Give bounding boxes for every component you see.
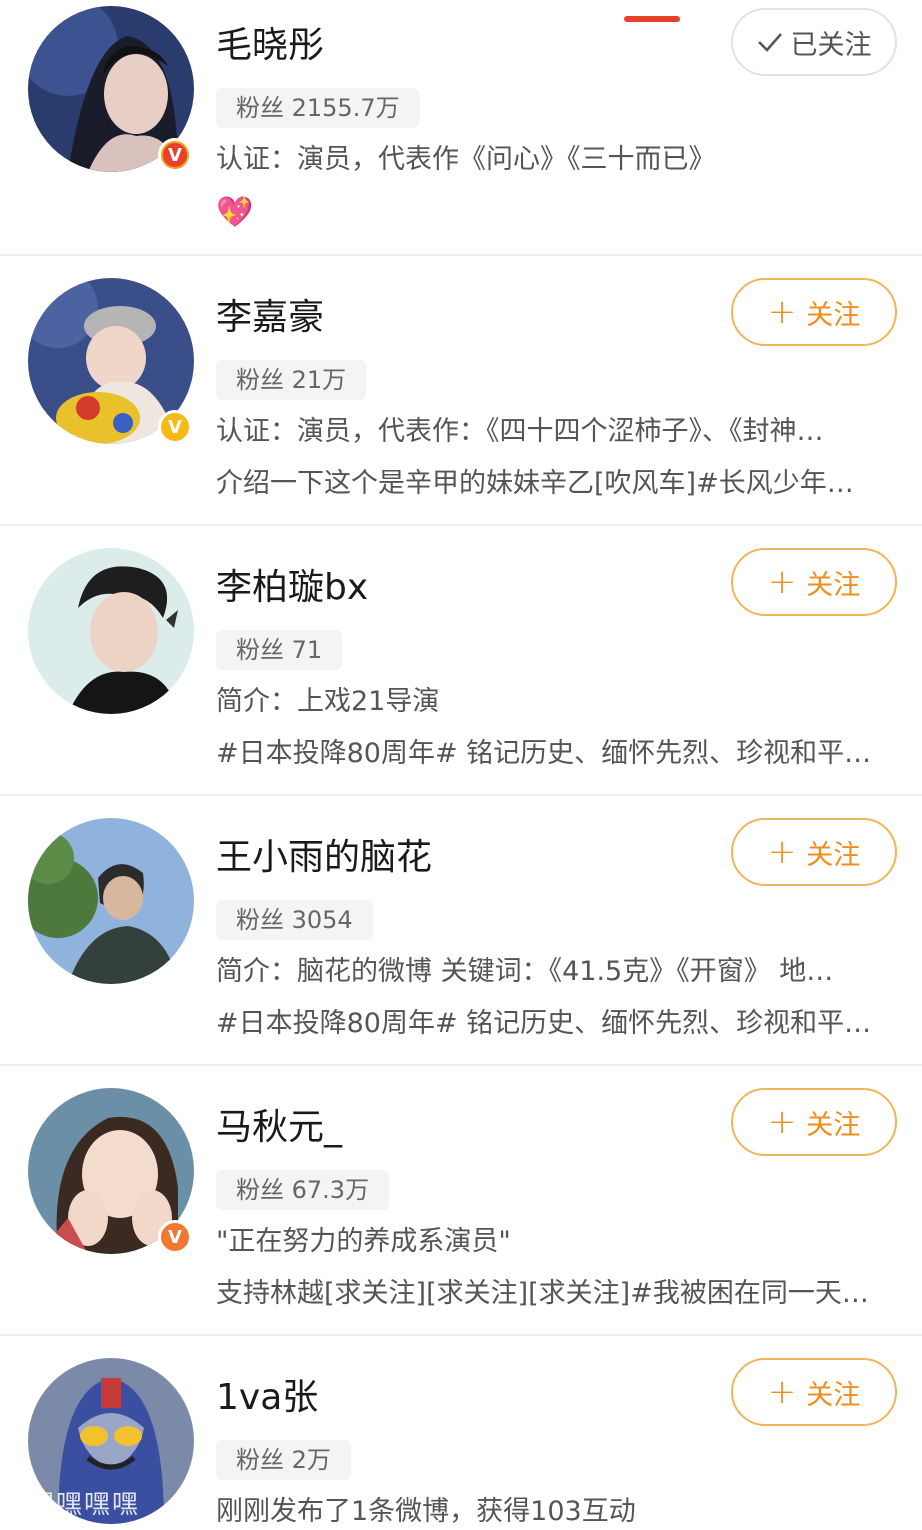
plus-icon: + [767, 292, 797, 332]
user-name[interactable]: 毛晓彤 [216, 24, 324, 68]
user-name[interactable]: 1va张 [216, 1376, 318, 1420]
user-card-wangxiaoyu[interactable]: 王小雨的脑花 粉丝 3054 简介：脑花的微博 关键词：《41.5克》《开窗》 … [0, 796, 922, 1066]
bio-text: 简介：上戏21导演 [216, 686, 440, 717]
plus-icon: + [767, 1372, 797, 1412]
user-card-libaixuan[interactable]: 李柏璇bx 粉丝 71 简介：上戏21导演 #日本投降80周年# 铭记历史、缅怀… [0, 526, 922, 796]
fans-count: 粉丝 3054 [216, 900, 373, 940]
plus-icon: + [767, 832, 797, 872]
follow-label: 关注 [806, 1109, 861, 1141]
user-card-1vazhang[interactable]: 嘿嘿嘿嘿 1va张 粉丝 2万 刚刚发布了1条微博，获得103互动 + 关注 [0, 1336, 922, 1527]
avatar[interactable] [28, 548, 194, 714]
verified-badge-icon: V [158, 138, 192, 172]
bio-text: 简介：脑花的微博 关键词：《41.5克》《开窗》 地… [216, 956, 834, 987]
fans-count: 粉丝 21万 [216, 360, 367, 400]
verified-badge-icon: V [158, 1220, 192, 1254]
latest-post: 支持林越[求关注][求关注][求关注]#我被困在同一天… [216, 1278, 869, 1309]
verified-badge-icon: V [158, 410, 192, 444]
follow-label: 关注 [806, 1379, 861, 1411]
avatar[interactable] [28, 818, 194, 984]
plus-icon: + [767, 1102, 797, 1142]
fans-count: 粉丝 67.3万 [216, 1170, 390, 1210]
fans-count: 粉丝 71 [216, 630, 343, 670]
follow-button[interactable]: + 关注 [731, 1088, 897, 1156]
plus-icon: + [767, 562, 797, 602]
follow-button[interactable]: + 关注 [731, 1358, 897, 1426]
user-card-maoxiaotong[interactable]: V 毛晓彤 粉丝 2155.7万 认证：演员，代表作《问心》《三十而已》 💖 已… [0, 0, 922, 256]
followed-button[interactable]: 已关注 [731, 8, 897, 76]
follow-label: 关注 [806, 839, 861, 871]
fans-count: 粉丝 2万 [216, 1440, 351, 1480]
fans-count: 粉丝 2155.7万 [216, 88, 420, 128]
user-name[interactable]: 马秋元_ [216, 1106, 342, 1150]
heart-emoji: 💖 [216, 195, 254, 230]
followed-label: 已关注 [790, 29, 872, 61]
bio-text: "正在努力的养成系演员" [216, 1226, 511, 1257]
user-card-maqiuyuan[interactable]: V 马秋元_ 粉丝 67.3万 "正在努力的养成系演员" 支持林越[求关注][求… [0, 1066, 922, 1336]
user-name[interactable]: 王小雨的脑花 [216, 836, 432, 880]
user-card-lijiahao[interactable]: V 李嘉豪 粉丝 21万 认证：演员，代表作：《四十四个涩柿子》、《封神… 介绍… [0, 256, 922, 526]
follow-button[interactable]: + 关注 [731, 818, 897, 886]
follow-label: 关注 [806, 569, 861, 601]
latest-post: #日本投降80周年# 铭记历史、缅怀先烈、珍视和平… [216, 738, 872, 769]
bio-text: 介绍一下这个是辛甲的妹妹辛乙[吹风车]#长风少年… [216, 468, 854, 499]
check-icon [757, 33, 782, 52]
follow-label: 关注 [806, 299, 861, 331]
avatar-caption: 嘿嘿嘿嘿 [28, 1490, 141, 1520]
follow-button[interactable]: + 关注 [731, 278, 897, 346]
latest-post: #日本投降80周年# 铭记历史、缅怀先烈、珍视和平… [216, 1008, 872, 1039]
verification-info: 认证：演员，代表作《问心》《三十而已》 [216, 144, 716, 175]
user-name[interactable]: 李柏璇bx [216, 566, 368, 610]
verification-info: 认证：演员，代表作：《四十四个涩柿子》、《封神… [216, 416, 824, 447]
user-name[interactable]: 李嘉豪 [216, 296, 324, 340]
follow-button[interactable]: + 关注 [731, 548, 897, 616]
